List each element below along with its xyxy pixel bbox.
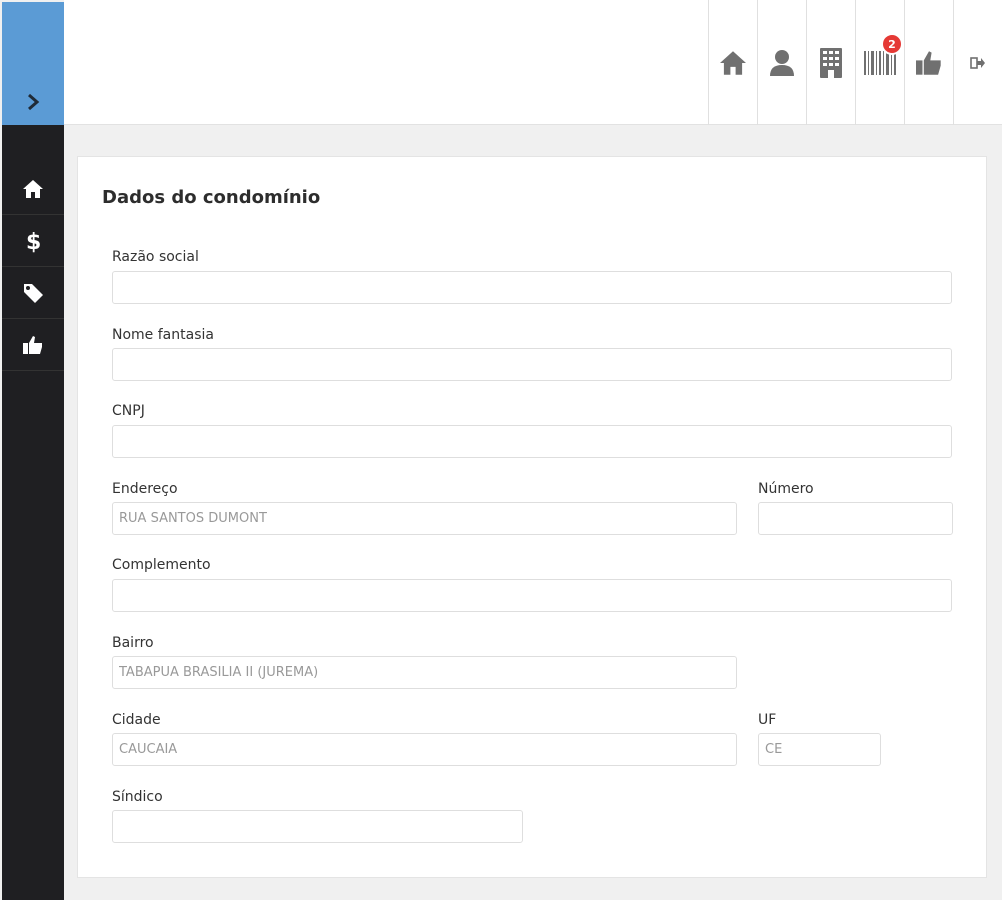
endereco-label: Endereço [112,481,178,497]
complemento-label: Complemento [112,557,211,573]
cnpj-label: CNPJ [112,403,145,419]
notification-badge: 2 [881,33,903,55]
topbar-boletos-button[interactable]: 2 [855,0,904,125]
endereco-input[interactable] [112,502,737,535]
nome-fantasia-input[interactable] [112,348,952,381]
top-bar: 2 [64,0,1002,125]
svg-text:$: $ [26,230,41,253]
cidade-input[interactable] [112,733,737,766]
sidebar: $ [2,125,64,900]
sidebar-toggle-button[interactable] [2,2,64,125]
numero-input[interactable] [758,502,953,535]
building-icon [820,47,842,78]
bairro-label: Bairro [112,635,154,651]
cnpj-input[interactable] [112,425,952,458]
topbar-home-button[interactable] [708,0,757,125]
thumbs-up-icon [23,335,42,354]
dollar-icon: $ [26,230,41,253]
razao-social-label: Razão social [112,249,199,265]
topbar-thumbs-up-button[interactable] [904,0,953,125]
uf-input[interactable] [758,733,881,766]
topbar-logout-button[interactable] [953,0,1002,125]
complemento-input[interactable] [112,579,952,612]
cidade-label: Cidade [112,712,161,728]
thumbs-up-icon [916,50,941,75]
sidebar-item-tags[interactable] [2,267,64,319]
home-icon [720,50,746,75]
nome-fantasia-label: Nome fantasia [112,327,214,343]
sidebar-item-avaliacoes[interactable] [2,319,64,371]
condominio-form-card: Dados do condomínio Razão social Nome fa… [77,156,987,878]
user-icon [770,49,794,76]
sidebar-item-home[interactable] [2,163,64,215]
sindico-input[interactable] [112,810,523,843]
razao-social-input[interactable] [112,271,952,304]
home-icon [23,179,43,198]
form-title: Dados do condomínio [102,187,321,208]
topbar-building-button[interactable] [806,0,855,125]
chevron-right-icon [28,93,40,111]
sindico-label: Síndico [112,789,163,805]
bairro-input[interactable] [112,656,737,689]
logout-icon [970,56,985,69]
sidebar-item-financeiro[interactable]: $ [2,215,64,267]
uf-label: UF [758,712,777,728]
tag-icon [24,283,43,303]
numero-label: Número [758,481,814,497]
topbar-user-button[interactable] [757,0,806,125]
